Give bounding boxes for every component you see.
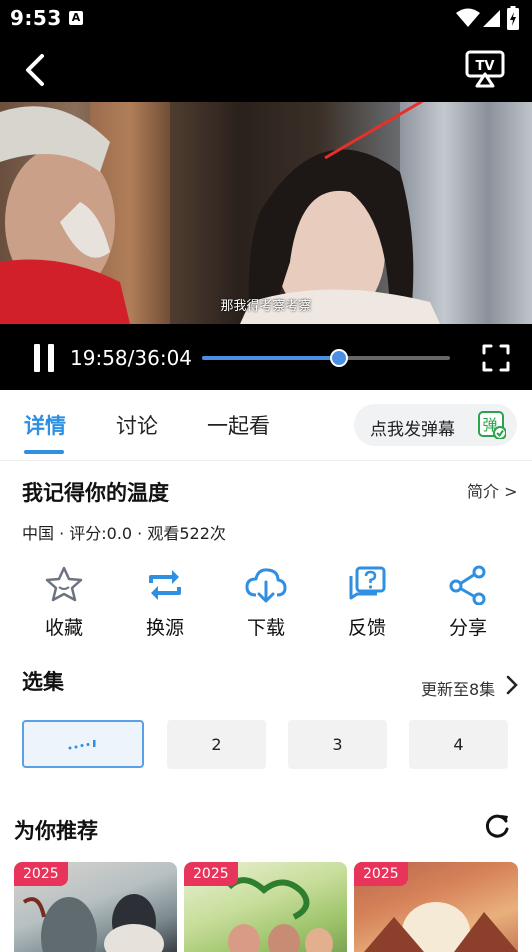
episodes-title: 选集 (22, 670, 64, 694)
annotation-arrow (324, 102, 424, 160)
tab-active-indicator (24, 450, 64, 454)
episode-4[interactable]: 4 (409, 720, 508, 769)
share-icon (449, 565, 486, 605)
recommend-poster-3[interactable]: 2025 (354, 862, 518, 952)
status-time: 9:53 (10, 6, 62, 30)
favorite-label: 收藏 (44, 617, 83, 639)
refresh-icon[interactable] (483, 812, 511, 840)
star-icon (45, 566, 83, 602)
danmaku-label: 点我发弹幕 (370, 420, 455, 440)
wifi-icon (456, 8, 480, 27)
video-meta: 中国 · 评分:0.0 · 观看522次 (22, 524, 226, 543)
player-controls: 19:58/36:04 (0, 324, 532, 390)
download-label: 下载 (246, 617, 285, 639)
progress-fill (202, 356, 340, 360)
cloud-download-icon (245, 568, 287, 603)
tab-bar: 详情 讨论 一起看 点我发弹幕 弹 (0, 390, 532, 461)
tab-watch-together[interactable]: 一起看 (207, 410, 270, 440)
status-bar: 9:53 A (0, 0, 532, 38)
year-badge: 2025 (354, 862, 408, 886)
pause-button[interactable] (34, 344, 54, 372)
share-label: 分享 (448, 617, 487, 639)
recommend-poster-1[interactable]: 2025 (14, 862, 177, 952)
signal-icon (483, 10, 500, 27)
feedback-label: 反馈 (347, 617, 386, 639)
switch-source-label: 换源 (145, 617, 184, 639)
intro-link[interactable]: 简介 > (467, 478, 518, 502)
recommend-poster-2[interactable]: 2025 (184, 862, 347, 952)
send-danmaku-button[interactable]: 点我发弹幕 弹 (354, 404, 517, 446)
battery-icon (507, 6, 519, 30)
tab-discuss[interactable]: 讨论 (116, 410, 158, 440)
feedback-button[interactable]: 反馈 (327, 565, 407, 640)
video-subtitle: 那我得考察考察 (220, 299, 312, 314)
episode-2[interactable]: 2 (167, 720, 266, 769)
notification-icon: A (69, 11, 83, 25)
year-badge: 2025 (14, 862, 68, 886)
playing-indicator-icon (68, 739, 96, 749)
video-title: 我记得你的温度 (22, 481, 169, 505)
svg-text:TV: TV (476, 59, 495, 74)
swap-icon (149, 570, 181, 600)
player-top-bar: TV (0, 38, 532, 102)
video-frame[interactable] (0, 102, 532, 324)
episodes-update-link[interactable]: 更新至8集 (421, 676, 495, 700)
chevron-left-icon[interactable] (18, 52, 54, 88)
episode-1-playing[interactable] (22, 720, 144, 768)
switch-source-button[interactable]: 换源 (125, 565, 205, 640)
year-badge: 2025 (184, 862, 238, 886)
tv-cast-icon[interactable]: TV (463, 50, 509, 90)
episode-3[interactable]: 3 (288, 720, 387, 769)
favorite-button[interactable]: 收藏 (24, 565, 104, 640)
share-button[interactable]: 分享 (428, 565, 508, 640)
tab-detail[interactable]: 详情 (24, 410, 66, 440)
danmaku-icon: 弹 (478, 411, 506, 439)
fullscreen-icon[interactable] (482, 344, 510, 372)
timecode: 19:58/36:04 (70, 346, 193, 370)
progress-knob[interactable] (330, 349, 349, 367)
download-button[interactable]: 下载 (226, 565, 306, 640)
chevron-right-icon[interactable] (505, 674, 519, 696)
recommend-title: 为你推荐 (14, 819, 98, 843)
feedback-icon (349, 566, 386, 600)
